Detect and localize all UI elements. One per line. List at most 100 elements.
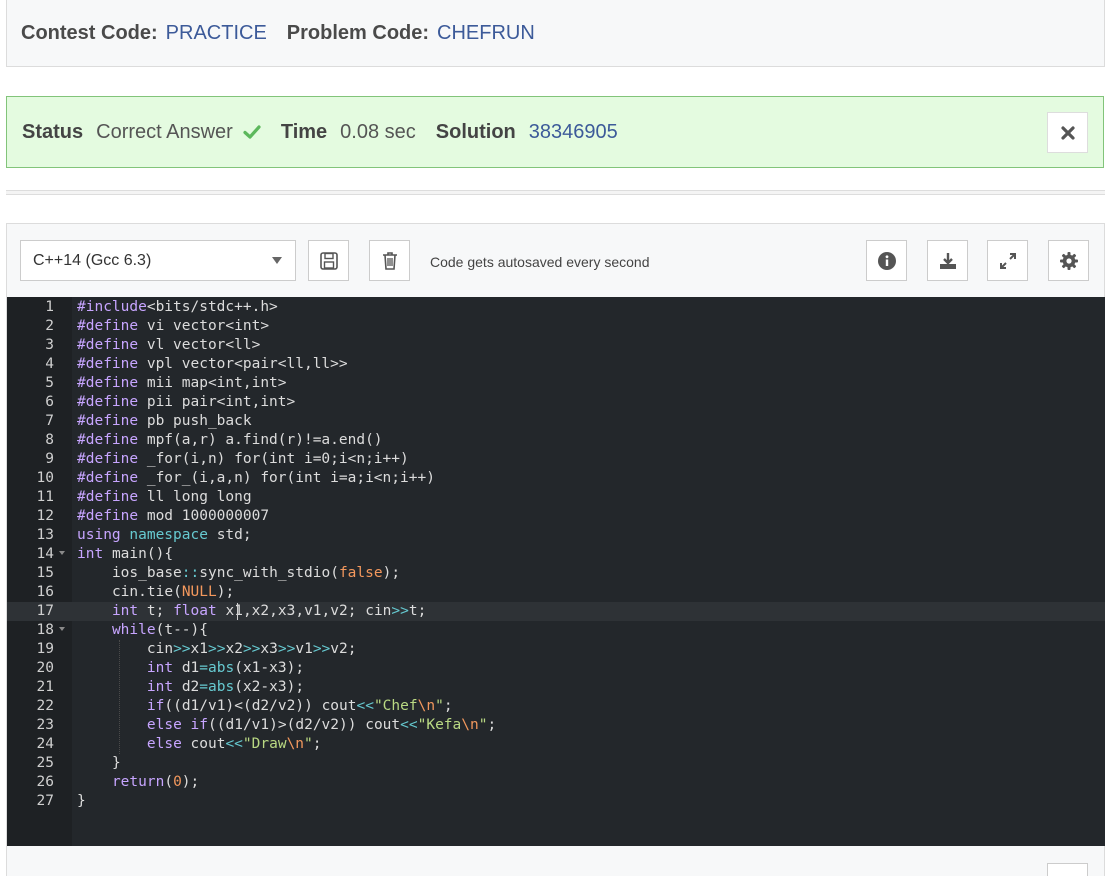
submission-status-bar: Status Correct Answer Time 0.08 sec Solu… (6, 96, 1104, 168)
code-line[interactable]: 3 #define vl vector<ll> (7, 336, 1105, 355)
code-editor-panel: C++14 (Gcc 6.3) Code gets autosaved ever… (6, 223, 1105, 876)
code-line-text: #define _for_(i,a,n) for(int i=a;i<n;i++… (77, 470, 435, 486)
bottom-panel (6, 846, 1105, 876)
code-line[interactable]: 7 #define pb push_back (7, 412, 1105, 431)
code-line-text: return(0); (111, 774, 200, 790)
close-button[interactable] (1047, 112, 1088, 153)
line-number: 5 (45, 375, 54, 391)
code-line[interactable]: 4 #define vpl vector<pair<ll,ll>> (7, 355, 1105, 374)
contest-code-label: Contest Code: (21, 21, 158, 44)
code-line[interactable]: 20 int d1=abs(x1-x3); (7, 659, 1105, 678)
code-line[interactable]: 24 else cout<<"Draw\n"; (7, 735, 1105, 754)
code-line[interactable]: 15 ios_base::sync_with_stdio(false); (7, 564, 1105, 583)
save-button[interactable] (308, 240, 349, 281)
line-number: 4 (45, 356, 54, 372)
code-line[interactable]: 21 int d2=abs(x2-x3); (7, 678, 1105, 697)
code-line-text: #define _for(i,n) for(int i=0;i<n;i++) (77, 451, 409, 467)
code-line-text: while(t--){ (111, 622, 208, 638)
code-line[interactable]: 19 cin>>x1>>x2>>x3>>v1>>v2; (7, 640, 1105, 659)
contest-code-link[interactable]: PRACTICE (166, 22, 267, 45)
autosave-note: Code gets autosaved every second (430, 254, 650, 270)
info-button[interactable] (866, 240, 907, 281)
status-value: Correct Answer (96, 120, 233, 143)
line-number: 9 (45, 451, 54, 467)
fold-arrow-icon[interactable] (59, 551, 65, 555)
code-line-text: } (111, 755, 121, 771)
download-icon (939, 252, 956, 269)
gear-icon (1059, 251, 1078, 270)
code-line-text: using namespace std; (77, 527, 252, 543)
code-line[interactable]: 14 int main(){ (7, 545, 1105, 564)
line-number: 27 (36, 793, 54, 809)
language-select[interactable]: C++14 (Gcc 6.3) (20, 240, 296, 281)
code-line[interactable]: 16 cin.tie(NULL); (7, 583, 1105, 602)
code-editor[interactable]: 1 #include<bits/stdc++.h> 2 #define vi vect… (7, 297, 1105, 847)
code-line-text: #define pii pair<int,int> (77, 394, 296, 410)
time-label: Time (280, 120, 328, 143)
code-line-text: ios_base::sync_with_stdio(false); (111, 565, 401, 581)
code-line-text: int d2=abs(x2-x3); (146, 679, 305, 695)
fullscreen-button[interactable] (987, 240, 1028, 281)
line-number: 22 (36, 698, 54, 714)
fold-arrow-icon[interactable] (59, 627, 65, 631)
text-cursor (237, 603, 238, 620)
line-number: 7 (45, 413, 54, 429)
code-line[interactable]: 25 } (7, 754, 1105, 773)
code-line[interactable]: 12 #define mod 1000000007 (7, 507, 1105, 526)
code-line[interactable]: 9 #define _for(i,n) for(int i=0;i<n;i++) (7, 450, 1105, 469)
bottom-panel-button[interactable] (1047, 863, 1088, 876)
line-number: 12 (36, 508, 54, 524)
expand-icon (999, 252, 1016, 269)
code-line-text: #define vpl vector<pair<ll,ll>> (77, 356, 348, 372)
code-line[interactable]: 5 #define mii map<int,int> (7, 374, 1105, 393)
code-line[interactable]: 22 if((d1/v1)<(d2/v2)) cout<<"Chef\n"; (7, 697, 1105, 716)
code-line-text: cin.tie(NULL); (111, 584, 235, 600)
line-number: 18 (36, 622, 54, 638)
code-line-text: int t; float x1,x2,x3,v1,v2; cin>>t; (111, 603, 427, 619)
code-line[interactable]: 13 using namespace std; (7, 526, 1105, 545)
line-number: 24 (36, 736, 54, 752)
settings-button[interactable] (1048, 240, 1089, 281)
code-line-text: if((d1/v1)<(d2/v2)) cout<<"Chef\n"; (146, 698, 453, 714)
code-line-text: #define mii map<int,int> (77, 375, 287, 391)
code-line-text: #define vi vector<int> (77, 318, 270, 334)
code-line-text: int main(){ (77, 546, 174, 562)
code-line[interactable]: 6 #define pii pair<int,int> (7, 393, 1105, 412)
status-label: Status (22, 120, 84, 143)
solution-label: Solution (435, 120, 516, 143)
line-number: 14 (36, 546, 54, 562)
delete-button[interactable] (369, 240, 410, 281)
code-line[interactable]: 23 else if((d1/v1)>(d2/v2)) cout<<"Kefa\… (7, 716, 1105, 735)
line-number: 23 (36, 717, 54, 733)
code-line[interactable]: 17 int t; float x1,x2,x3,v1,v2; cin>>t; (7, 602, 1105, 621)
code-line-text: else if((d1/v1)>(d2/v2)) cout<<"Kefa\n"; (146, 717, 497, 733)
download-button[interactable] (927, 240, 968, 281)
time-value: 0.08 sec (340, 120, 416, 143)
code-line-text: int d1=abs(x1-x3); (146, 660, 305, 676)
code-line[interactable]: 18 while(t--){ (7, 621, 1105, 640)
line-number: 26 (36, 774, 54, 790)
close-icon (1060, 125, 1075, 140)
line-number: 10 (36, 470, 54, 486)
code-line[interactable]: 8 #define mpf(a,r) a.find(r)!=a.end() (7, 431, 1105, 450)
line-number: 13 (36, 527, 54, 543)
problem-code-link[interactable]: CHEFRUN (437, 22, 535, 45)
code-line[interactable]: 10 #define _for_(i,a,n) for(int i=a;i<n;i… (7, 469, 1105, 488)
code-line-text: } (77, 793, 86, 809)
code-line-text: #define mpf(a,r) a.find(r)!=a.end() (77, 432, 383, 448)
line-number: 3 (45, 337, 54, 353)
solution-id-link[interactable]: 38346905 (529, 121, 618, 144)
code-line[interactable]: 27} (7, 792, 1105, 811)
code-line[interactable]: 26 return(0); (7, 773, 1105, 792)
problem-code-label: Problem Code: (286, 21, 430, 44)
code-line[interactable]: 11 #define ll long long (7, 488, 1105, 507)
indent-guide (119, 640, 120, 754)
line-number: 19 (36, 641, 54, 657)
code-line[interactable]: 1 #include<bits/stdc++.h> (7, 298, 1105, 317)
line-number: 17 (36, 603, 54, 619)
chevron-down-icon (272, 257, 282, 264)
line-number: 1 (45, 299, 54, 315)
code-line[interactable]: 2 #define vi vector<int> (7, 317, 1105, 336)
code-line-text: else cout<<"Draw\n"; (146, 736, 322, 752)
info-icon (877, 251, 896, 270)
